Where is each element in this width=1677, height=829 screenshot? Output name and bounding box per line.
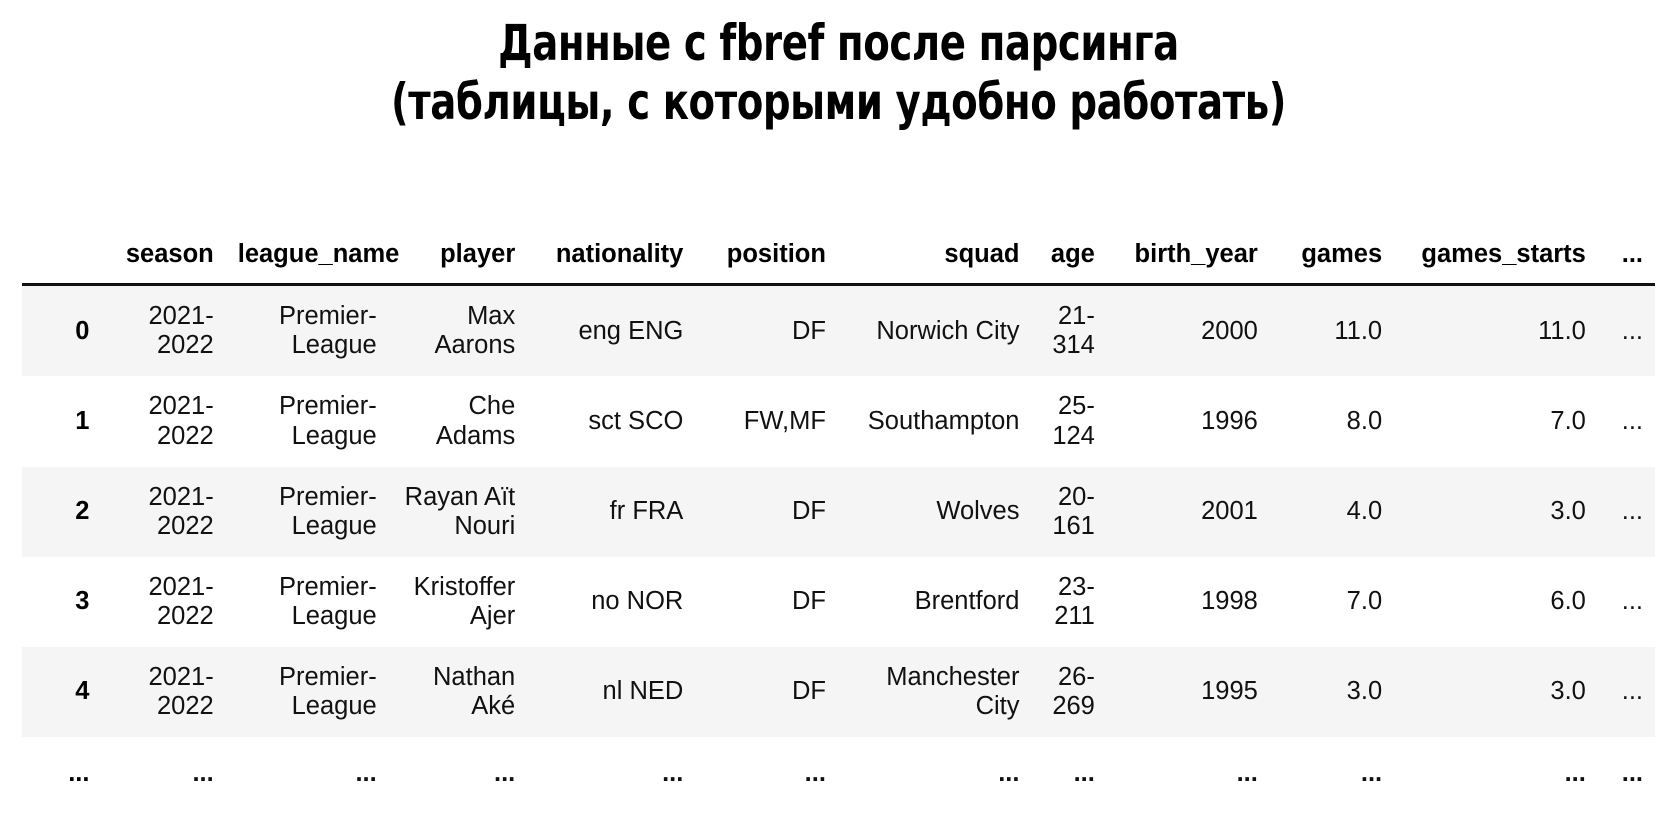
cell-league-name-ellipsis: ... [355, 758, 377, 787]
row-index: 1 [75, 406, 90, 435]
row-index-ellipsis: ... [68, 758, 90, 787]
column-header-games-starts[interactable]: games_starts [1394, 232, 1598, 285]
cell-age: 20-161 [1031, 466, 1107, 557]
cell-season: 2021-2022 [101, 466, 226, 557]
cell-games-starts-ellipsis: ... [1564, 758, 1586, 787]
cell-birth-year-ellipsis: ... [1236, 758, 1258, 787]
cell-birth-year: 1996 [1201, 406, 1258, 435]
cell-more: ... [1621, 587, 1643, 616]
cell-birth-year: 2001 [1106, 466, 1270, 557]
cell-more: ... [1597, 284, 1655, 377]
table-row-truncation: ... ... ... ... ... ... ... ... ... ... … [22, 737, 1655, 806]
cell-age: 26-269 [1031, 646, 1107, 737]
cell-games-starts: 7.0 [1550, 406, 1586, 435]
cell-more-ellipsis: ... [1621, 758, 1643, 787]
cell-league-name: Premier-League [225, 466, 389, 557]
row-index: 2 [22, 466, 102, 557]
column-header-birth-year[interactable]: birth_year [1107, 232, 1270, 285]
dataframe-container: season league_name player nationality po… [22, 232, 1655, 806]
cell-games: 7.0 [1346, 587, 1383, 616]
cell-games-starts: 6.0 [1550, 587, 1586, 616]
cell-player: Rayan Aït Nouri [388, 466, 528, 557]
cell-games: 11.0 [1269, 284, 1395, 377]
cell-position: DF [791, 587, 826, 616]
cell-season: 2021-2022 [101, 646, 226, 737]
cell-squad-ellipsis: ... [998, 758, 1020, 787]
page-title: Данные с fbref после парсинга (таблицы, … [0, 0, 1677, 131]
cell-birth-year: 2000 [1106, 284, 1270, 377]
cell-player: Nathan Aké [388, 646, 528, 737]
cell-squad: Southampton [867, 406, 1020, 435]
page-title-line-1: Данные с fbref после парсинга [498, 14, 1179, 72]
cell-league-name: Premier-League [278, 392, 377, 450]
table-header-row: season league_name player nationality po… [22, 232, 1655, 285]
cell-games-starts: 11.0 [1394, 284, 1598, 377]
cell-age: 21-314 [1031, 284, 1107, 377]
cell-season: 2021-2022 [148, 572, 214, 630]
column-header-season[interactable]: season [101, 232, 225, 285]
cell-season: 2021-2022 [101, 284, 226, 377]
column-header-player[interactable]: player [389, 232, 528, 285]
cell-games-starts: 3.0 [1394, 646, 1598, 737]
column-header-games[interactable]: games [1270, 232, 1394, 285]
cell-games-starts: 3.0 [1394, 466, 1598, 557]
table-header: season league_name player nationality po… [22, 232, 1655, 285]
column-header-age[interactable]: age [1031, 232, 1106, 285]
row-index: 4 [22, 646, 102, 737]
cell-player: Kristoffer Ajer [413, 572, 516, 630]
cell-nationality: no NOR [591, 587, 684, 616]
cell-player: Max Aarons [388, 284, 528, 377]
cell-position: DF [695, 466, 838, 557]
cell-position: DF [695, 646, 838, 737]
cell-squad: Wolves [837, 466, 1032, 557]
cell-squad: Manchester City [837, 646, 1032, 737]
row-index: 0 [22, 284, 102, 377]
table-row[interactable]: 3 2021-2022 Premier-League Kristoffer Aj… [22, 557, 1655, 647]
cell-nationality-ellipsis: ... [662, 758, 684, 787]
cell-squad: Norwich City [837, 284, 1032, 377]
table-row[interactable]: 0 2021-2022 Premier-League Max Aarons en… [22, 284, 1655, 377]
page-title-line-2: (таблицы, с которыми удобно работать) [391, 72, 1286, 131]
column-header-squad[interactable]: squad [838, 232, 1032, 285]
cell-birth-year: 1995 [1106, 646, 1270, 737]
cell-nationality: nl NED [527, 646, 696, 737]
cell-squad: Brentford [914, 587, 1020, 616]
cell-age: 23-211 [1054, 572, 1095, 630]
cell-league-name: Premier-League [225, 646, 389, 737]
cell-nationality: eng ENG [527, 284, 696, 377]
cell-more: ... [1597, 466, 1655, 557]
cell-season: 2021-2022 [148, 392, 214, 450]
cell-player-ellipsis: ... [493, 758, 516, 787]
cell-nationality: fr FRA [527, 466, 696, 557]
cell-more: ... [1621, 406, 1643, 435]
cell-season-ellipsis: ... [192, 758, 214, 787]
cell-more: ... [1597, 646, 1655, 737]
column-header-nationality[interactable]: nationality [527, 232, 695, 285]
cell-league-name: Premier-League [225, 284, 389, 377]
column-header-league-name[interactable]: league_name [226, 232, 400, 285]
slide-root: Данные с fbref после парсинга (таблицы, … [0, 0, 1677, 829]
cell-age: 25-124 [1052, 392, 1095, 450]
cell-position: DF [695, 284, 838, 377]
cell-birth-year: 1998 [1201, 587, 1258, 616]
table-body: 0 2021-2022 Premier-League Max Aarons en… [22, 284, 1655, 806]
dataframe-table: season league_name player nationality po… [22, 232, 1655, 806]
cell-games: 4.0 [1269, 466, 1395, 557]
cell-player: Che Adams [435, 392, 516, 450]
table-row[interactable]: 2 2021-2022 Premier-League Rayan Aït Nou… [22, 466, 1655, 557]
row-index: 3 [75, 587, 90, 616]
column-header-more: ... [1621, 240, 1643, 268]
cell-position: FW,MF [743, 406, 826, 435]
cell-games: 3.0 [1269, 646, 1395, 737]
column-header-position[interactable]: position [695, 232, 838, 285]
cell-games-ellipsis: ... [1360, 758, 1383, 787]
cell-age-ellipsis: ... [1073, 758, 1095, 787]
table-row[interactable]: 1 2021-2022 Premier-League Che Adams sct… [22, 376, 1655, 466]
cell-league-name: Premier-League [278, 572, 377, 630]
column-header-index [22, 232, 101, 285]
table-row[interactable]: 4 2021-2022 Premier-League Nathan Aké nl… [22, 646, 1655, 737]
cell-games: 8.0 [1346, 406, 1383, 435]
cell-position-ellipsis: ... [804, 758, 826, 787]
cell-nationality: sct SCO [588, 406, 684, 435]
